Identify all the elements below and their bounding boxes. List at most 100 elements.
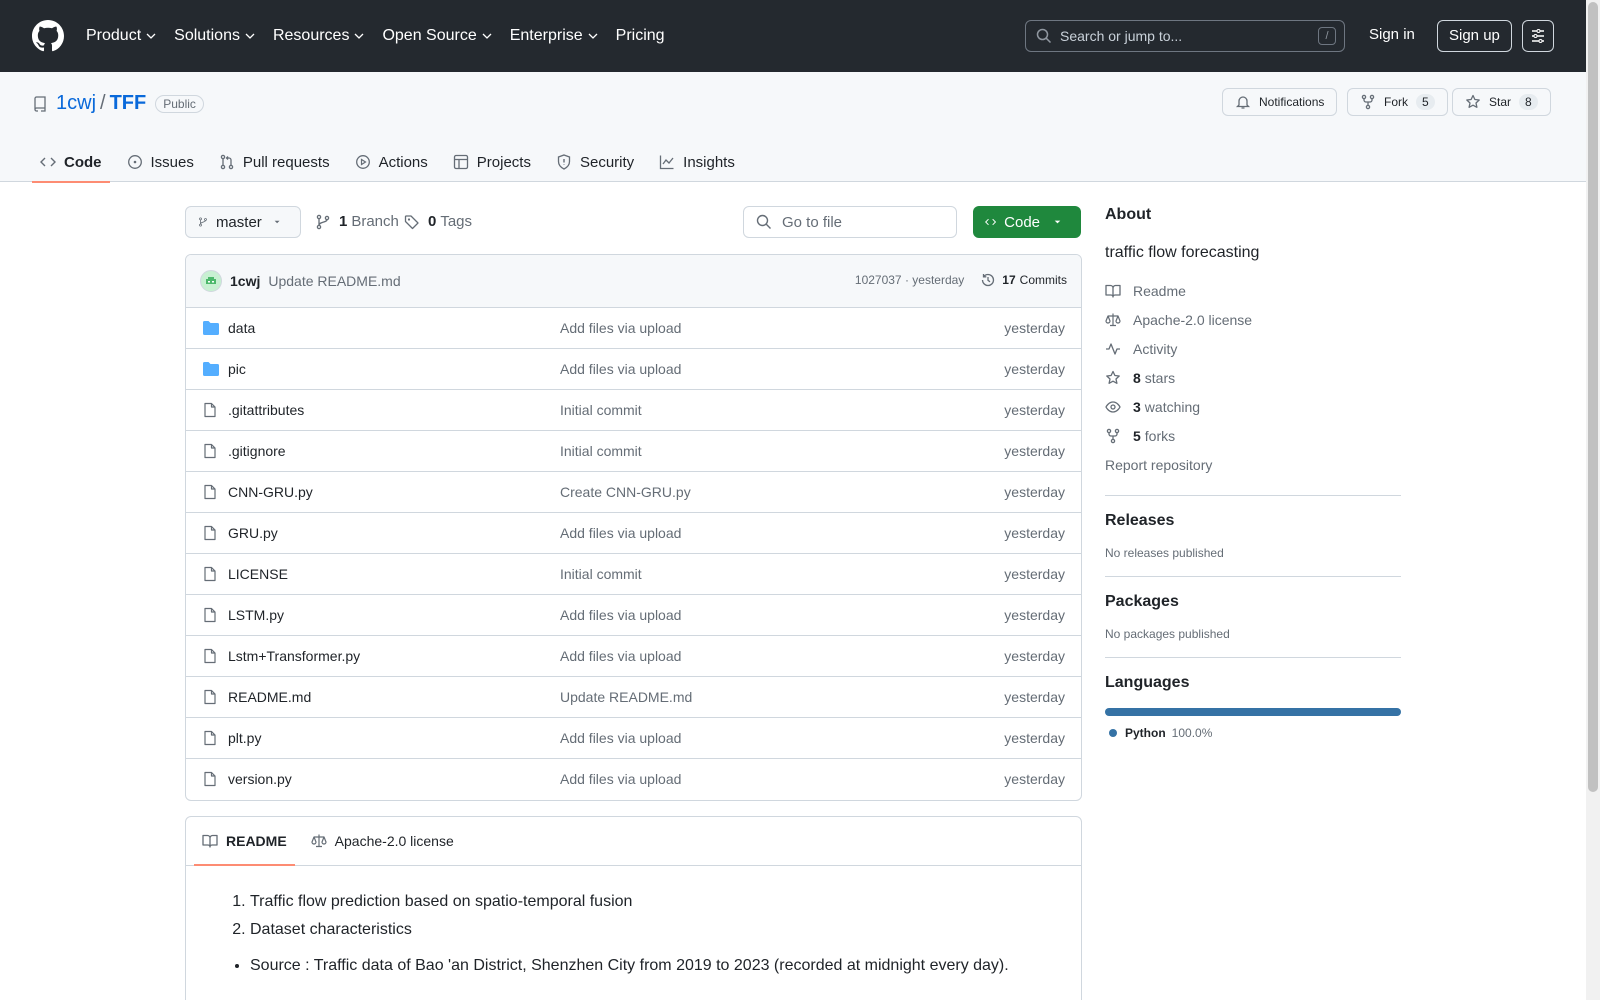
folder-icon-wrap [202, 361, 220, 377]
page-scrollbar[interactable] [1586, 0, 1600, 1000]
file-commit-message-link[interactable]: Add files via upload [560, 771, 681, 787]
scrollbar-thumb[interactable] [1588, 2, 1598, 792]
file-name-link[interactable]: LICENSE [228, 566, 288, 582]
file-name-link[interactable]: LSTM.py [228, 607, 284, 623]
file-icon-wrap [202, 443, 218, 459]
book-icon [202, 834, 218, 848]
commits-link[interactable]: 17 Commits [980, 272, 1067, 288]
license-link[interactable]: Apache-2.0 license [1105, 305, 1401, 334]
commit-hash-time[interactable]: 1027037 · yesterday [855, 273, 964, 287]
nav-enterprise[interactable]: Enterprise [510, 27, 598, 45]
forks-label: forks [1144, 427, 1176, 444]
repo-name-link[interactable]: TFF [110, 92, 147, 115]
tags-link[interactable]: 0 Tags [404, 213, 472, 230]
sign-up-button[interactable]: Sign up [1437, 20, 1512, 52]
commit-message-link[interactable]: Update README.md [268, 273, 400, 289]
fork-button[interactable]: Fork 5 [1347, 88, 1448, 116]
file-commit-message-link[interactable]: Initial commit [560, 566, 642, 582]
tab-pull-requests[interactable]: Pull requests [211, 142, 338, 182]
file-row[interactable]: CNN-GRU.py Create CNN-GRU.py yesterday [186, 472, 1081, 513]
tab-insights[interactable]: Insights [651, 142, 743, 182]
file-commit-message-link[interactable]: Add files via upload [560, 525, 681, 541]
file-row[interactable]: pic Add files via upload yesterday [186, 349, 1081, 390]
file-commit-date: yesterday [1004, 648, 1065, 664]
tab-readme[interactable]: README [194, 817, 295, 866]
readme-ordered-list: Traffic flow prediction based on spatio-… [234, 890, 1033, 942]
commit-author-link[interactable]: 1cwj [230, 273, 260, 289]
file-row[interactable]: plt.py Add files via upload yesterday [186, 718, 1081, 759]
file-row[interactable]: LSTM.py Add files via upload yesterday [186, 595, 1081, 636]
readme-link[interactable]: Readme [1105, 276, 1401, 305]
stars-link[interactable]: 8 stars [1105, 363, 1401, 392]
star-button[interactable]: Star 8 [1452, 88, 1551, 116]
file-row[interactable]: LICENSE Initial commit yesterday [186, 554, 1081, 595]
nav-open-source[interactable]: Open Source [382, 27, 492, 45]
readme-panel: README Apache-2.0 license Traffic flow p… [185, 816, 1082, 1000]
file-name-link[interactable]: plt.py [228, 730, 261, 746]
sliders-icon [1532, 29, 1544, 43]
file-row[interactable]: data Add files via upload yesterday [186, 308, 1081, 349]
sign-in-link[interactable]: Sign in [1369, 26, 1415, 43]
identicon-icon [206, 277, 216, 284]
pull-request-icon [220, 154, 234, 170]
file-row[interactable]: .gitignore Initial commit yesterday [186, 431, 1081, 472]
nav-pricing[interactable]: Pricing [616, 27, 665, 45]
branch-count: 1 [339, 213, 348, 230]
nav-product[interactable]: Product [86, 27, 156, 45]
tab-code[interactable]: Code [32, 142, 110, 183]
chevron-down-icon [245, 33, 255, 39]
file-row[interactable]: README.md Update README.md yesterday [186, 677, 1081, 718]
watching-link[interactable]: 3 watching [1105, 392, 1401, 421]
tab-license[interactable]: Apache-2.0 license [303, 817, 462, 865]
search-input[interactable]: Search or jump to... / [1025, 20, 1345, 52]
file-row[interactable]: GRU.py Add files via upload yesterday [186, 513, 1081, 554]
file-commit-message-link[interactable]: Update README.md [560, 689, 692, 705]
nav-resources[interactable]: Resources [273, 27, 364, 45]
branch-icon [199, 217, 207, 227]
tab-projects[interactable]: Projects [445, 142, 539, 182]
packages-heading[interactable]: Packages [1105, 593, 1401, 611]
pulse-icon [1106, 342, 1120, 355]
languages-heading: Languages [1105, 674, 1190, 691]
repo-owner-link[interactable]: 1cwj [56, 92, 96, 115]
activity-link[interactable]: Activity [1105, 334, 1401, 363]
file-name-link[interactable]: CNN-GRU.py [228, 484, 313, 500]
file-commit-message-link[interactable]: Add files via upload [560, 648, 681, 664]
go-to-file-input[interactable]: Go to file [743, 206, 957, 238]
file-row[interactable]: .gitattributes Initial commit yesterday [186, 390, 1081, 431]
file-commit-message-link[interactable]: Add files via upload [560, 607, 681, 623]
menu-button[interactable] [1522, 20, 1554, 52]
file-name-link[interactable]: README.md [228, 689, 311, 705]
file-name-link[interactable]: data [228, 320, 255, 336]
branches-link[interactable]: 1 Branch [315, 213, 399, 230]
language-item[interactable]: Python 100.0% [1105, 726, 1401, 740]
branch-selector[interactable]: master [185, 206, 301, 238]
file-commit-message-link[interactable]: Add files via upload [560, 320, 681, 336]
file-name-link[interactable]: GRU.py [228, 525, 278, 541]
releases-heading[interactable]: Releases [1105, 512, 1401, 530]
file-row[interactable]: Lstm+Transformer.py Add files via upload y… [186, 636, 1081, 677]
forks-link[interactable]: 5 forks [1105, 421, 1401, 450]
avatar[interactable] [200, 270, 222, 292]
file-name-link[interactable]: pic [228, 361, 246, 377]
file-commit-message-link[interactable]: Initial commit [560, 402, 642, 418]
file-name-link[interactable]: .gitattributes [228, 402, 304, 418]
tab-actions[interactable]: Actions [347, 142, 436, 182]
file-commit-message-link[interactable]: Initial commit [560, 443, 642, 459]
file-name-link[interactable]: version.py [228, 771, 292, 787]
tab-issues[interactable]: Issues [119, 142, 202, 182]
tab-security[interactable]: Security [548, 142, 642, 182]
file-name-link[interactable]: .gitignore [228, 443, 286, 459]
github-logo-icon[interactable] [32, 20, 64, 52]
file-row[interactable]: version.py Add files via upload yesterday [186, 759, 1081, 800]
file-name-link[interactable]: Lstm+Transformer.py [228, 648, 360, 664]
file-commit-message-link[interactable]: Create CNN-GRU.py [560, 484, 691, 500]
code-button[interactable]: Code [973, 206, 1081, 238]
file-commit-message-link[interactable]: Add files via upload [560, 361, 681, 377]
sidebar-divider [1105, 495, 1401, 496]
notifications-button[interactable]: Notifications [1222, 88, 1338, 116]
report-repository-link[interactable]: Report repository [1105, 450, 1401, 479]
nav-solutions[interactable]: Solutions [174, 27, 255, 45]
file-commit-message-link[interactable]: Add files via upload [560, 730, 681, 746]
history-icon [982, 273, 995, 287]
